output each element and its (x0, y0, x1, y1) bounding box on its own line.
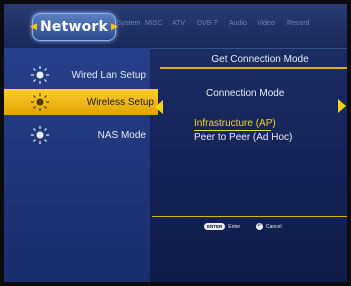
tab-network[interactable]: ◀ Network ▶ (30, 13, 118, 41)
connection-mode-label: Connection Mode (206, 88, 285, 99)
enter-hint-label: Enter (228, 223, 241, 230)
enter-key-icon: ENTER (204, 223, 226, 230)
footer-divider (152, 216, 347, 217)
option-infrastructure-ap[interactable]: Infrastructure (AP) (194, 118, 276, 129)
tab-audio[interactable]: Audio (229, 20, 247, 27)
previous-arrow-icon[interactable] (155, 100, 163, 114)
tab-system[interactable]: System (117, 20, 140, 27)
return-key-icon: ↶ (256, 223, 263, 230)
tab-misc[interactable]: MISC (145, 20, 163, 27)
panel-title: Get Connection Mode (211, 54, 309, 65)
tab-video[interactable]: Video (257, 20, 275, 27)
settings-screen: ◀ Network ▶ System MISC ATV DVB-T Audio … (4, 4, 347, 282)
tab-record[interactable]: Record (287, 20, 310, 27)
cancel-hint-label: Cancel (266, 223, 282, 230)
tab-network-label: Network (39, 19, 109, 35)
next-arrow-icon[interactable] (338, 99, 346, 113)
tab-dvbt[interactable]: DVB-T (197, 20, 218, 27)
enter-hint: ENTER Enter (204, 223, 240, 230)
tab-left-arrow-icon: ◀ (30, 21, 37, 32)
top-tab-bar: ◀ Network ▶ System MISC ATV DVB-T Audio … (4, 4, 347, 49)
sun-icon (31, 126, 49, 144)
menu-item-wireless-setup[interactable]: Wireless Setup (4, 89, 158, 115)
sun-icon (31, 93, 49, 111)
menu-item-wired-lan-setup[interactable]: Wired Lan Setup (4, 62, 150, 88)
menu-item-label: Wireless Setup (86, 96, 154, 108)
menu-item-label: Wired Lan Setup (71, 69, 147, 81)
cancel-hint: ↶ Cancel (256, 223, 282, 230)
option-peer-to-peer[interactable]: Peer to Peer (Ad Hoc) (194, 132, 292, 143)
menu-item-nas-mode[interactable]: NAS Mode (4, 122, 150, 148)
menu-item-label: NAS Mode (97, 129, 146, 141)
selected-option-underline (194, 130, 271, 131)
title-divider (160, 67, 347, 69)
tab-atv[interactable]: ATV (172, 20, 185, 27)
sun-icon (31, 66, 49, 84)
